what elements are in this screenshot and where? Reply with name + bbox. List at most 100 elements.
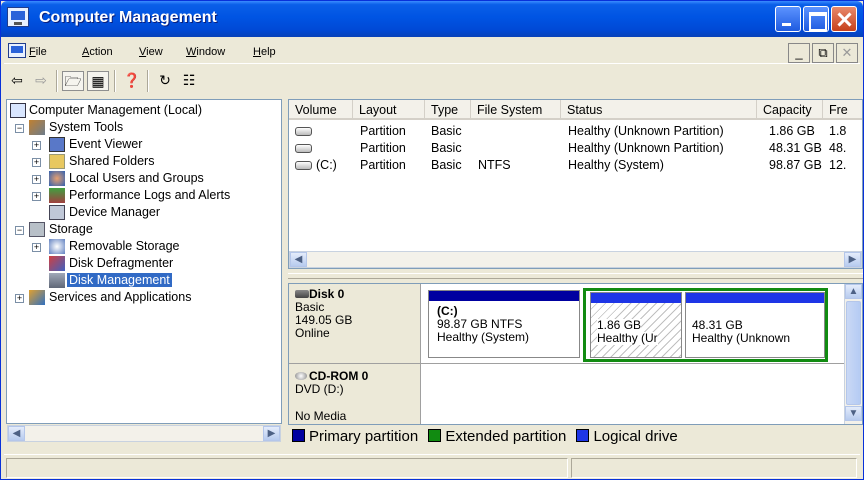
removable-storage-icon bbox=[49, 239, 65, 254]
services-icon bbox=[29, 290, 45, 305]
row2-free: 48. bbox=[829, 141, 847, 155]
help-icon[interactable]: ❓ bbox=[121, 71, 143, 91]
child-close-button[interactable]: ✕ bbox=[836, 43, 858, 63]
back-arrow-icon[interactable]: ⇦ bbox=[6, 71, 28, 91]
pane-splitter[interactable] bbox=[288, 273, 863, 279]
refresh-icon[interactable]: ↻ bbox=[154, 71, 176, 91]
cd-drive-icon bbox=[295, 372, 307, 380]
up-folder-icon[interactable]: 🗁 bbox=[62, 71, 84, 91]
disk-vertical-scrollbar[interactable]: ▲ ▼ bbox=[844, 284, 862, 424]
collapse-storage[interactable]: − bbox=[15, 226, 24, 235]
tree-performance-logs[interactable]: Performance Logs and Alerts bbox=[69, 187, 230, 204]
tree-horizontal-scrollbar[interactable]: ◀ ▶ bbox=[7, 425, 281, 442]
defragmenter-icon bbox=[49, 256, 65, 271]
drive-icon bbox=[295, 144, 312, 153]
computer-management-icon bbox=[7, 7, 29, 27]
row3-type: Basic bbox=[431, 158, 462, 172]
tree-services-applications[interactable]: Services and Applications bbox=[49, 289, 191, 306]
window: Computer Management File Action View Win… bbox=[0, 0, 864, 480]
toolbar: ⇦ ⇨ 🗁 ▦ ❓ ↻ ☷ bbox=[4, 65, 860, 95]
row2-capacity: 48.31 GB bbox=[769, 141, 822, 155]
tree-storage[interactable]: Storage bbox=[49, 221, 93, 238]
document-window-icon[interactable] bbox=[8, 43, 26, 58]
partition-c[interactable]: (C:) 98.87 GB NTFS Healthy (System) bbox=[428, 290, 580, 358]
legend-logical: Logical drive bbox=[593, 428, 678, 445]
menu-action[interactable]: Action bbox=[82, 46, 113, 58]
col-volume[interactable]: Volume bbox=[289, 100, 353, 120]
col-layout[interactable]: Layout bbox=[353, 100, 425, 120]
expand-performance-logs[interactable]: + bbox=[32, 192, 41, 201]
hard-disk-icon bbox=[295, 290, 309, 298]
tree-device-manager[interactable]: Device Manager bbox=[69, 204, 160, 221]
partition-c-label: (C:) bbox=[437, 304, 458, 318]
expand-services[interactable]: + bbox=[15, 294, 24, 303]
menu-help[interactable]: Help bbox=[253, 46, 276, 58]
scroll-up-icon[interactable]: ▲ bbox=[845, 284, 862, 299]
toolbar-separator bbox=[114, 70, 116, 92]
legend-primary: Primary partition bbox=[309, 428, 419, 445]
col-status[interactable]: Status bbox=[561, 100, 757, 120]
toolbar-separator bbox=[56, 70, 58, 92]
logical-drive-2[interactable]: 48.31 GB Healthy (Unknown bbox=[685, 292, 825, 358]
scroll-right-icon[interactable]: ▶ bbox=[263, 426, 280, 441]
tree-removable-storage[interactable]: Removable Storage bbox=[69, 238, 179, 255]
disk0-label[interactable]: Disk 0 Basic 149.05 GB Online bbox=[289, 284, 421, 363]
tree-disk-defragmenter[interactable]: Disk Defragmenter bbox=[69, 255, 173, 272]
maximize-button[interactable] bbox=[803, 6, 829, 32]
col-free[interactable]: Fre bbox=[823, 100, 862, 120]
tree-event-viewer[interactable]: Event Viewer bbox=[69, 136, 142, 153]
cdrom-name: CD-ROM 0 bbox=[295, 370, 414, 383]
logical-drive-1[interactable]: 1.86 GB Healthy (Ur bbox=[590, 292, 682, 358]
expand-removable-storage[interactable]: + bbox=[32, 243, 41, 252]
cdrom-label[interactable]: CD-ROM 0 DVD (D:) No Media bbox=[289, 364, 421, 424]
disk0-name-text: Disk 0 bbox=[309, 287, 345, 301]
shared-folder-icon bbox=[49, 154, 65, 169]
show-hide-tree-icon[interactable]: ▦ bbox=[87, 71, 109, 91]
list-horizontal-scrollbar[interactable]: ◀ ▶ bbox=[289, 251, 862, 268]
col-capacity[interactable]: Capacity bbox=[757, 100, 823, 120]
legend-extended: Extended partition bbox=[445, 428, 567, 445]
col-type[interactable]: Type bbox=[425, 100, 471, 120]
col-file-system[interactable]: File System bbox=[471, 100, 561, 120]
primary-partition-bar bbox=[429, 291, 579, 301]
properties-icon[interactable]: ☷ bbox=[178, 71, 200, 91]
scroll-left-icon[interactable]: ◀ bbox=[8, 426, 25, 441]
close-button[interactable] bbox=[831, 6, 857, 32]
volume-list: Volume Layout Type File System Status Ca… bbox=[288, 99, 863, 269]
row3-capacity: 98.87 GB bbox=[769, 158, 822, 172]
primary-swatch bbox=[292, 429, 305, 442]
title-bar[interactable]: Computer Management bbox=[1, 1, 863, 37]
event-viewer-icon bbox=[49, 137, 65, 152]
collapse-system-tools[interactable]: − bbox=[15, 124, 24, 133]
scroll-down-icon[interactable]: ▼ bbox=[845, 406, 862, 421]
expand-event-viewer[interactable]: + bbox=[32, 141, 41, 150]
menu-file[interactable]: File bbox=[29, 46, 47, 58]
scroll-thumb[interactable] bbox=[846, 301, 861, 405]
tree-shared-folders[interactable]: Shared Folders bbox=[69, 153, 154, 170]
users-icon bbox=[49, 171, 65, 186]
row2-layout[interactable]: Partition bbox=[360, 140, 406, 157]
storage-icon bbox=[29, 222, 45, 237]
minimize-button[interactable] bbox=[775, 6, 801, 32]
window-title: Computer Management bbox=[39, 9, 217, 26]
expand-local-users[interactable]: + bbox=[32, 175, 41, 184]
logical-drive-bar bbox=[686, 293, 824, 303]
tree-system-tools[interactable]: System Tools bbox=[49, 119, 123, 136]
drive-icon bbox=[295, 161, 312, 170]
toolbar-separator bbox=[147, 70, 149, 92]
tree-root[interactable]: Computer Management (Local) bbox=[29, 102, 202, 119]
row1-layout[interactable]: Partition bbox=[360, 123, 406, 140]
disk0-state: Online bbox=[295, 326, 330, 340]
scroll-left-icon[interactable]: ◀ bbox=[290, 252, 307, 267]
child-minimize-button[interactable]: _ bbox=[788, 43, 810, 63]
child-restore-button[interactable]: ⧉ bbox=[812, 43, 834, 63]
expand-shared-folders[interactable]: + bbox=[32, 158, 41, 167]
tree-disk-management[interactable]: Disk Management bbox=[67, 272, 172, 289]
row3-volume[interactable]: (C:) bbox=[316, 157, 337, 174]
scroll-right-icon[interactable]: ▶ bbox=[844, 252, 861, 267]
row3-filesystem: NTFS bbox=[478, 158, 511, 172]
menu-window[interactable]: Window bbox=[186, 46, 225, 58]
forward-arrow-icon[interactable]: ⇨ bbox=[30, 71, 52, 91]
tree-local-users[interactable]: Local Users and Groups bbox=[69, 170, 204, 187]
menu-view[interactable]: View bbox=[139, 46, 163, 58]
